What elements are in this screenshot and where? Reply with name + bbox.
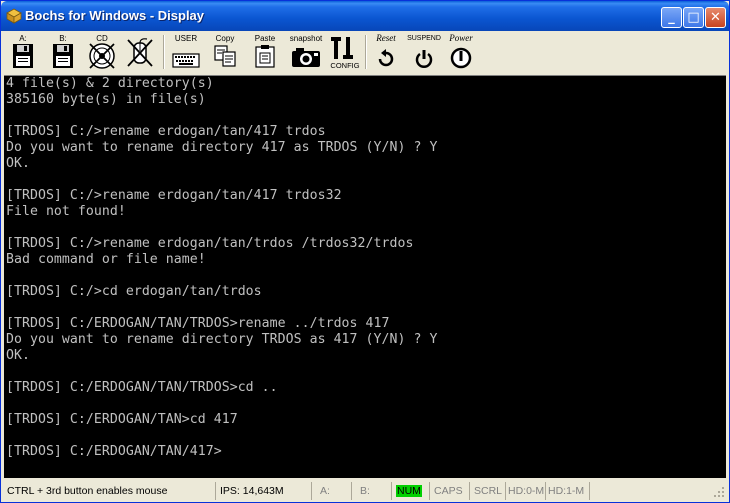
toolbar-separator (365, 35, 367, 69)
console-line: [TRDOS] C:/ERDOGAN/TAN>cd 417 (6, 412, 238, 427)
console-line: 4 file(s) & 2 directory(s) (6, 76, 214, 91)
cdrom-button[interactable]: CD (85, 33, 119, 71)
console-line: [TRDOS] C:/ERDOGAN/TAN/TRDOS>rename ../t… (6, 316, 390, 331)
config-label: CONFIG (330, 61, 359, 69)
hd1-indicator: HD:1-M (545, 482, 589, 500)
power-icon (450, 47, 472, 69)
snapshot-button[interactable]: snapshot (287, 33, 325, 71)
console-line: [TRDOS] C:/ERDOGAN/TAN/417> (6, 444, 222, 459)
scroll-lock-label: SCRL (474, 485, 503, 497)
floppy-a-status-label: A: (320, 485, 330, 497)
paste-label: Paste (254, 34, 276, 43)
power-label: Power (449, 33, 473, 43)
status-bar: CTRL + 3rd button enables mouse IPS: 14,… (3, 480, 727, 502)
floppy-b-button[interactable]: B: (47, 33, 79, 71)
hd0-label: HD:0-M (508, 485, 545, 497)
window-title: Bochs for Windows - Display (25, 8, 205, 23)
user-keyboard-button[interactable]: USER (169, 33, 203, 71)
console-line: OK. (6, 156, 30, 171)
floppy-a-status: A: (311, 482, 349, 500)
console-line: Do you want to rename directory 417 as T… (6, 140, 438, 155)
ips-indicator: IPS: 14,643M (215, 482, 309, 500)
bochs-app-icon[interactable] (6, 8, 22, 24)
floppy-b-icon (53, 44, 73, 68)
floppy-b-status: B: (351, 482, 389, 500)
maximize-button[interactable]: □ (683, 7, 704, 28)
paste-icon (255, 45, 275, 68)
console-line: [TRDOS] C:/ERDOGAN/TAN/TRDOS>cd .. (6, 380, 278, 395)
close-icon: ✕ (710, 10, 721, 25)
minimize-button[interactable]: _ (661, 7, 682, 28)
floppy-a-button[interactable]: A: (7, 33, 39, 71)
reset-button[interactable]: Reset (369, 33, 403, 71)
suspend-label: SUSPEND (407, 35, 441, 42)
minimize-icon: _ (668, 10, 675, 25)
keyboard-icon (172, 53, 200, 68)
copy-icon (214, 45, 236, 67)
title-bar[interactable]: Bochs for Windows - Display _ □ ✕ (1, 1, 729, 31)
num-lock-indicator: NUM (391, 482, 427, 500)
console-line: Do you want to rename directory TRDOS as… (6, 332, 438, 347)
console-line: [TRDOS] C:/>cd erdogan/tan/trdos (6, 284, 262, 299)
toolbar: A: B: CD USER Copy Paste snapshot CONFIG… (3, 31, 727, 73)
maximize-icon: □ (687, 10, 700, 25)
copy-label: Copy (215, 34, 235, 43)
floppy-b-status-label: B: (360, 485, 370, 497)
copy-button[interactable]: Copy (209, 33, 241, 71)
num-lock-label: NUM (396, 485, 422, 497)
suspend-icon (415, 50, 433, 68)
scroll-lock-indicator: SCRL (469, 482, 505, 500)
console-output: 4 file(s) & 2 directory(s) 385160 byte(s)… (4, 76, 726, 460)
caps-lock-label: CAPS (434, 485, 463, 497)
console-line: Bad command or file name! (6, 252, 206, 267)
cdrom-icon (89, 43, 115, 69)
emulator-display[interactable]: 4 file(s) & 2 directory(s) 385160 byte(s)… (4, 75, 726, 478)
console-line: [TRDOS] C:/>rename erdogan/tan/417 trdos… (6, 188, 342, 203)
toolbar-separator (163, 35, 165, 69)
resize-grip-icon[interactable] (713, 486, 725, 498)
config-button[interactable]: CONFIG (329, 33, 361, 71)
caps-lock-indicator: CAPS (429, 482, 467, 500)
mouse-hint: CTRL + 3rd button enables mouse (7, 485, 168, 497)
status-blank (589, 482, 713, 500)
paste-button[interactable]: Paste (249, 33, 281, 71)
console-line: File not found! (6, 204, 126, 219)
suspend-button[interactable]: SUSPEND (407, 33, 441, 71)
hd0-indicator: HD:0-M (505, 482, 545, 500)
console-line: [TRDOS] C:/>rename erdogan/tan/417 trdos (6, 124, 326, 139)
hd1-label: HD:1-M (548, 485, 585, 497)
console-line: [TRDOS] C:/>rename erdogan/tan/trdos /tr… (6, 236, 414, 251)
mouse-disabled-icon (127, 38, 153, 67)
reset-icon (378, 49, 394, 67)
floppy-a-label: A: (19, 34, 27, 43)
snapshot-label: snapshot (289, 34, 323, 43)
reset-label: Reset (376, 33, 396, 43)
floppy-b-label: B: (59, 34, 67, 43)
mouse-toggle-button[interactable] (123, 33, 157, 71)
floppy-a-icon (13, 44, 33, 68)
close-button[interactable]: ✕ (705, 7, 726, 28)
config-icon: CONFIG (330, 37, 360, 69)
bochs-window: Bochs for Windows - Display _ □ ✕ A: B: (0, 0, 730, 503)
power-button[interactable]: Power (443, 33, 479, 71)
camera-icon (292, 48, 320, 67)
user-label: USER (174, 34, 198, 43)
console-line: 385160 byte(s) in file(s) (6, 92, 206, 107)
console-line: OK. (6, 348, 30, 363)
